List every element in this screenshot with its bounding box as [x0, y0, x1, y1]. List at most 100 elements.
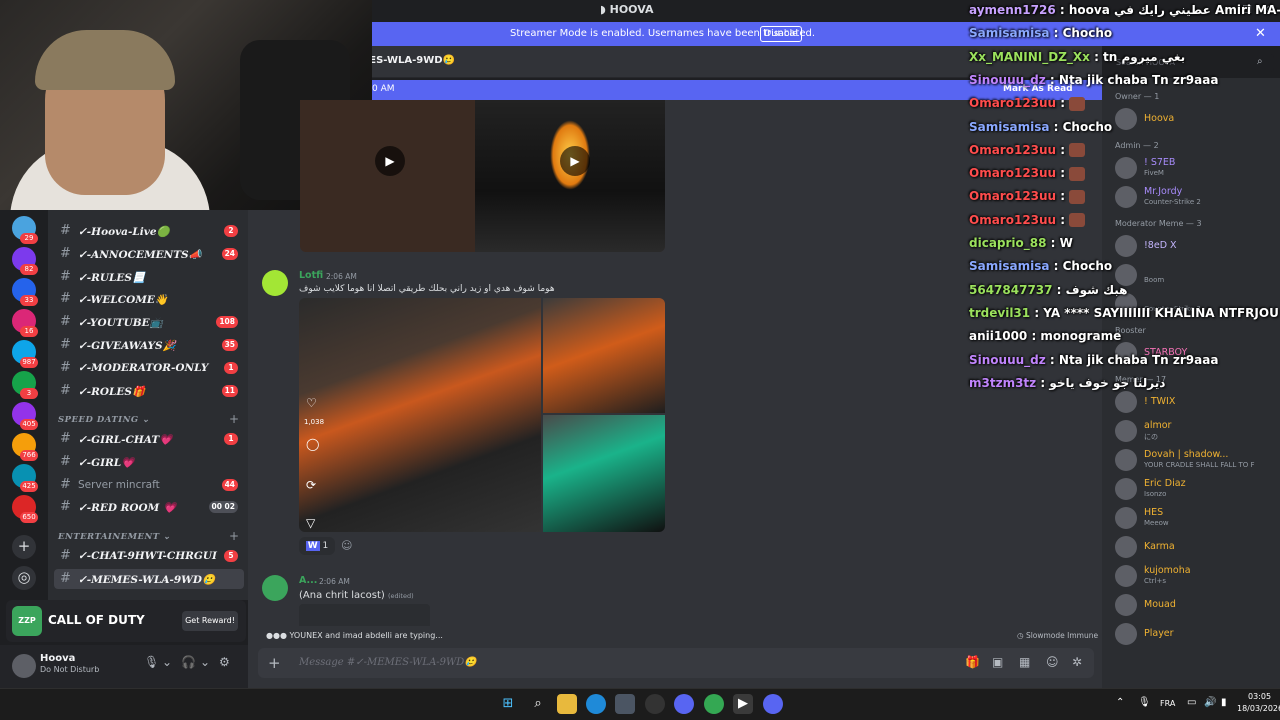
microphone-icon[interactable]: 🎙 — [144, 655, 159, 669]
channel-item[interactable]: # ✓-GIRL-CHAT💗 1 — [54, 429, 244, 449]
chrome-icon[interactable] — [704, 694, 724, 714]
avatar[interactable] — [1115, 507, 1137, 529]
windows-start-icon[interactable]: ⊞ — [498, 694, 518, 714]
overlay-username: aymenn1726 — [969, 3, 1056, 17]
avatar[interactable] — [1115, 157, 1137, 179]
avatar[interactable] — [1115, 623, 1137, 645]
typing-text: YOUNEX and imad abdelli are typing... — [289, 631, 443, 640]
user-panel — [0, 645, 248, 688]
channel-item[interactable]: # ✓-Hoova-Live🟢 2 — [54, 221, 244, 241]
image-attachment[interactable] — [543, 298, 665, 413]
gear-icon[interactable]: ⚙ — [219, 655, 230, 669]
channel-item[interactable]: # ✓-ROLES🎁 11 — [54, 381, 244, 401]
gift-icon[interactable]: 🎁 — [965, 655, 980, 669]
channel-name: ✓-RULES📃 — [78, 271, 146, 284]
video-attachment[interactable]: ▶ ▶ — [300, 100, 665, 252]
store-icon[interactable] — [615, 694, 635, 714]
network-icon[interactable]: ▭ — [1187, 697, 1196, 708]
avatar[interactable] — [1115, 594, 1137, 616]
get-reward-button[interactable]: Get Reward! — [182, 611, 238, 631]
channel-item[interactable]: # ✓-GIVEAWAYS🎉 35 — [54, 335, 244, 355]
add-reaction-icon[interactable]: ☺ — [341, 539, 352, 552]
microphone-icon[interactable]: 🎙 — [1138, 697, 1151, 708]
channel-name: ✓-Hoova-Live🟢 — [78, 226, 170, 238]
channel-item[interactable]: # ✓-WELCOME👋 — [54, 289, 244, 309]
channel-item[interactable]: # ✓-ANNOCEMENTS📣 24 — [54, 244, 244, 264]
discord-icon[interactable] — [763, 694, 783, 714]
edge-icon[interactable] — [586, 694, 606, 714]
clock-time[interactable]: 03:05 — [1248, 692, 1271, 701]
explore-icon[interactable]: ◎ — [12, 566, 36, 590]
avatar[interactable] — [1115, 391, 1137, 413]
chevron-down-icon[interactable]: ⌄ — [200, 655, 210, 669]
image-attachment[interactable] — [543, 415, 665, 532]
gif-icon[interactable]: ▣ — [992, 655, 1003, 669]
message-author[interactable]: Lotfi — [299, 270, 323, 281]
channel-item[interactable]: # ✓-CHAT-9HWT-CHRGUI 5 — [54, 546, 244, 566]
app-icon[interactable] — [674, 694, 694, 714]
share-icon[interactable]: ▽ — [306, 516, 315, 530]
avatar[interactable] — [1115, 235, 1137, 257]
category-entertainment[interactable]: ENTERTAINEMENT ⌄ — [58, 532, 171, 542]
banner-close-icon[interactable]: ✕ — [1255, 26, 1266, 41]
overlay-username: Omaro123uu — [969, 142, 1057, 157]
search-icon[interactable]: ⌕ — [528, 694, 548, 714]
heart-icon[interactable]: ♡ — [306, 396, 317, 410]
volume-icon[interactable]: 🔊 — [1204, 697, 1216, 708]
message-author[interactable]: A... — [299, 575, 317, 586]
channel-item[interactable]: # ✓-RULES📃 — [54, 267, 244, 287]
channel-item[interactable]: # ✓-MODERATOR-ONLY 1 — [54, 358, 244, 378]
add-server-icon[interactable]: + — [12, 535, 36, 559]
chevron-up-icon[interactable]: ⌃ — [1116, 697, 1124, 708]
unread-badge: 44 — [221, 478, 238, 491]
message-input-placeholder[interactable]: Message #✓-MEMES-WLA-9WD🥲 — [299, 657, 477, 668]
overlay-chat-line: Omaro123uu : — [969, 142, 1086, 158]
obs-icon[interactable]: ▶ — [733, 694, 753, 714]
battery-icon[interactable]: ▮ — [1221, 697, 1227, 708]
channel-item[interactable]: # ✓-MEMES-WLA-9WD🥲 — [54, 568, 244, 589]
app-icon[interactable] — [645, 694, 665, 714]
add-channel-icon[interactable]: + — [229, 529, 239, 543]
add-channel-icon[interactable]: + — [229, 412, 239, 426]
emote-icon — [1069, 189, 1086, 204]
image-attachment[interactable] — [299, 298, 541, 532]
avatar[interactable] — [1115, 108, 1137, 130]
avatar[interactable] — [262, 575, 288, 601]
sticker-icon[interactable]: ▦ — [1019, 655, 1030, 669]
avatar[interactable] — [1115, 478, 1137, 500]
folder-icon[interactable] — [557, 694, 577, 714]
image-attachment[interactable] — [299, 604, 430, 626]
hash-icon: # — [60, 431, 71, 446]
category-speed-dating[interactable]: SPEED DATING ⌄ — [58, 415, 150, 425]
channel-name: ✓-ROLES🎁 — [78, 385, 146, 398]
member-activity: Ctrl+s — [1144, 577, 1166, 585]
edited-label: (edited) — [387, 592, 414, 600]
channel-name: ✓-GIRL-CHAT💗 — [78, 434, 173, 446]
comment-icon[interactable]: ◯ — [306, 437, 319, 451]
avatar[interactable] — [262, 270, 288, 296]
chevron-down-icon[interactable]: ⌄ — [162, 655, 172, 669]
apps-icon[interactable]: ✲ — [1072, 655, 1082, 669]
channel-item[interactable]: # ✓-GIRL💗 — [54, 452, 244, 472]
avatar[interactable] — [1115, 536, 1137, 558]
attach-icon[interactable]: + — [268, 654, 281, 672]
avatar[interactable] — [1115, 565, 1137, 587]
avatar[interactable] — [1115, 449, 1137, 471]
repost-icon[interactable]: ⟳ — [306, 478, 316, 492]
channel-item[interactable]: # Server mincraft 44 — [54, 475, 244, 495]
overlay-username: Omaro123uu — [969, 166, 1057, 181]
headphones-icon[interactable]: 🎧 — [181, 655, 196, 669]
reaction-button[interactable]: W 1 — [299, 537, 335, 555]
overlay-chat-line: Sinouuu_dz : Nta jik chaba Tn zr9aaa — [969, 353, 1218, 367]
channel-item[interactable]: # ✓-RED ROOM 💗 00 02 — [54, 497, 244, 517]
clock-date[interactable]: 18/03/2026 — [1237, 704, 1280, 713]
language-indicator[interactable]: FRA — [1160, 699, 1175, 708]
play-icon[interactable]: ▶ — [560, 146, 590, 176]
emoji-icon[interactable]: ☺ — [1046, 655, 1059, 669]
disable-button[interactable]: Disable — [760, 26, 802, 42]
play-icon[interactable]: ▶ — [375, 146, 405, 176]
channel-item[interactable]: # ✓-YOUTUBE📺 108 — [54, 312, 244, 332]
avatar[interactable] — [12, 654, 36, 678]
avatar[interactable] — [1115, 420, 1137, 442]
avatar[interactable] — [1115, 186, 1137, 208]
